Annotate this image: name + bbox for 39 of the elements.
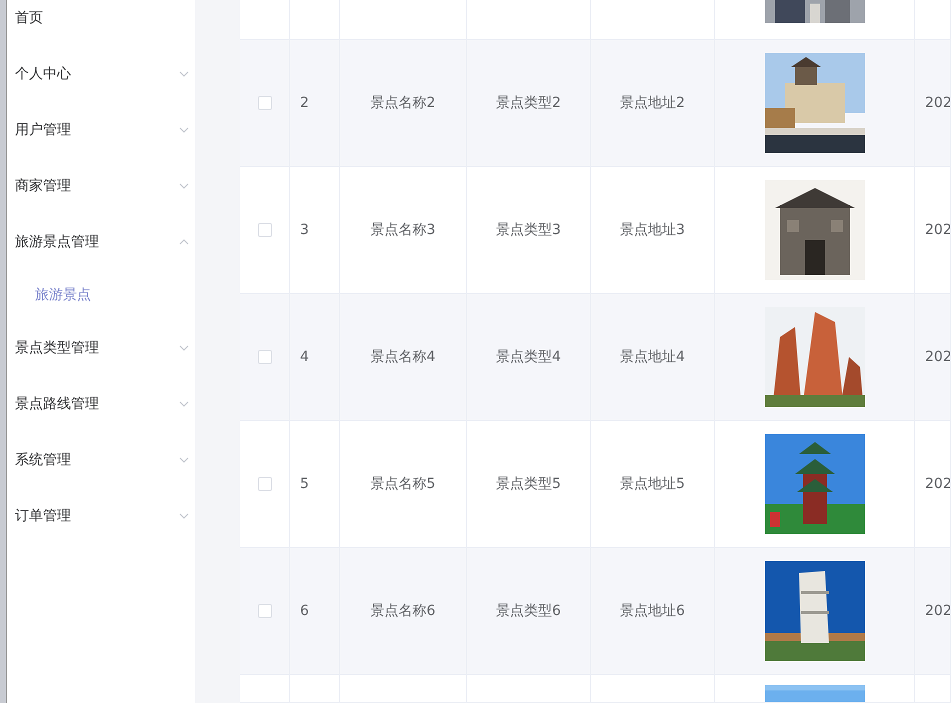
menu-item[interactable]: 景点类型管理 — [15, 338, 99, 358]
menu-item[interactable]: 景点路线管理 — [15, 394, 99, 414]
checkbox[interactable] — [258, 477, 272, 491]
table-cell-text: 202 — [925, 220, 950, 240]
checkbox[interactable] — [258, 350, 272, 364]
table-cell-text: 景点类型6 — [496, 602, 561, 620]
table-cell-text: 景点名称3 — [370, 220, 436, 240]
table-cell-text: 202 — [925, 602, 950, 620]
table-cell-text: 3 — [300, 220, 309, 240]
table-cell-text: 景点名称5 — [370, 474, 436, 494]
table-cell-text: 景点地址4 — [620, 348, 685, 366]
table-cell-text: 景点类型4 — [496, 348, 561, 366]
table-cell-text: 景点地址6 — [620, 602, 685, 620]
table-cell-text: 202 — [925, 94, 950, 112]
table-cell-text: 景点名称6 — [370, 602, 436, 620]
table-cell-text: 4 — [300, 348, 309, 366]
menu-item[interactable]: 个人中心 — [15, 64, 71, 84]
table-cell-text: 景点类型2 — [496, 94, 561, 112]
table-cell-text: 景点名称4 — [370, 348, 436, 366]
table-cell-text: 5 — [300, 474, 309, 494]
menu-item[interactable]: 订单管理 — [15, 506, 71, 526]
menu-item[interactable]: 用户管理 — [15, 120, 71, 140]
table-cell-text: 景点地址2 — [620, 94, 685, 112]
checkbox[interactable] — [258, 223, 272, 237]
menu-item[interactable]: 系统管理 — [15, 450, 71, 470]
checkbox[interactable] — [258, 96, 272, 110]
table-cell-text: 202 — [925, 474, 950, 494]
table-cell-text: 景点地址5 — [620, 474, 685, 494]
table-cell-text: 景点名称2 — [370, 94, 436, 112]
table-cell-text: 2 — [300, 94, 309, 112]
table-cell-text: 202 — [925, 348, 950, 366]
menu-item[interactable]: 旅游景点管理 — [15, 232, 99, 252]
table-cell-text: 6 — [300, 602, 309, 620]
menu-item[interactable]: 首页 — [15, 8, 43, 28]
table-cell-text: 景点类型5 — [496, 474, 561, 494]
table-cell-text: 景点类型3 — [496, 220, 561, 240]
menu-item[interactable]: 商家管理 — [15, 176, 71, 196]
table-cell-text: 景点地址3 — [620, 220, 685, 240]
checkbox[interactable] — [258, 604, 272, 618]
